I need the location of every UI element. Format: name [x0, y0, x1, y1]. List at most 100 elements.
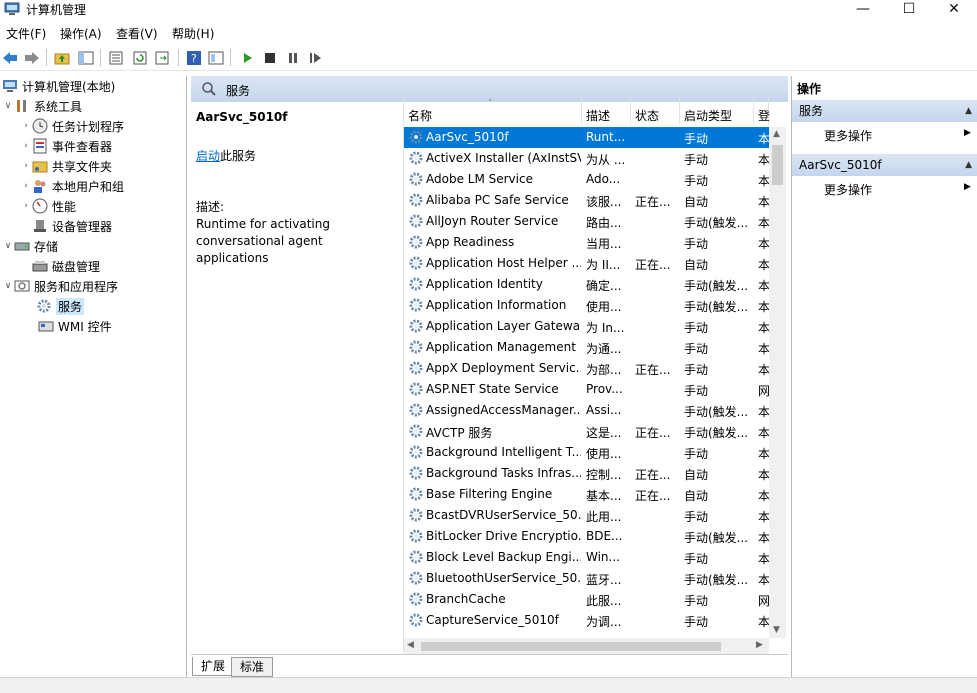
service-desc-cell: 蓝牙...: [586, 573, 622, 587]
service-row[interactable]: Block Level Backup Engi... Win... 手动 本: [404, 547, 769, 568]
column-header-name[interactable]: 名称 ˄: [404, 98, 582, 124]
tree-item-wmi[interactable]: WMI 控件: [0, 316, 186, 336]
service-row[interactable]: Application Information 使用... 手动(触发... 本: [404, 295, 769, 316]
help-icon[interactable]: ?: [184, 48, 204, 68]
service-row[interactable]: AVCTP 服务 这是... 正在... 手动(触发... 本: [404, 421, 769, 442]
expand-arrow-icon[interactable]: ›: [20, 181, 32, 191]
actions-section-services[interactable]: 服务 ▲: [792, 100, 977, 122]
scroll-left-icon[interactable]: ◀: [407, 640, 414, 650]
more-actions-item[interactable]: 更多操作: [824, 181, 872, 198]
stop-icon[interactable]: [260, 48, 280, 68]
actions-section-aarsvc[interactable]: AarSvc_5010f ▲: [792, 154, 977, 176]
gear-icon: [409, 613, 423, 627]
collapse-arrow-icon[interactable]: ▲: [965, 100, 972, 122]
service-row[interactable]: CaptureService_5010f 为调... 手动 本: [404, 610, 769, 631]
menu-action[interactable]: 操作(A): [60, 25, 102, 42]
show-hide-tree-icon[interactable]: [76, 48, 96, 68]
back-icon[interactable]: [0, 48, 20, 68]
submenu-arrow-icon: ▶: [964, 128, 971, 138]
scroll-right-icon[interactable]: ▶: [756, 640, 763, 650]
service-row[interactable]: Application Identity 确定... 手动(触发... 本: [404, 274, 769, 295]
horizontal-scrollbar[interactable]: ◀ ▶: [404, 638, 769, 655]
service-row[interactable]: BcastDVRUserService_50... 此用... 手动 本: [404, 505, 769, 526]
expand-arrow-icon[interactable]: ›: [20, 121, 32, 131]
restart-icon[interactable]: [306, 48, 326, 68]
service-row[interactable]: AarSvc_5010f Runt... 手动 本: [404, 127, 769, 148]
service-row[interactable]: App Readiness 当用... 手动 本: [404, 232, 769, 253]
close-button[interactable]: ✕: [931, 0, 977, 20]
scroll-down-icon[interactable]: ▼: [773, 625, 780, 635]
vertical-scrollbar[interactable]: ▲ ▼: [769, 127, 786, 638]
gear-icon: [409, 172, 423, 186]
tree-item-disk-management[interactable]: 磁盘管理: [0, 256, 186, 276]
service-name-cell: Alibaba PC Safe Service: [426, 193, 569, 207]
tree-item-performance[interactable]: › 性能: [0, 196, 186, 216]
service-rows: AarSvc_5010f Runt... 手动本 ActiveX Installer …: [404, 127, 769, 638]
up-folder-icon[interactable]: [52, 48, 72, 68]
service-row[interactable]: ASP.NET State Service Prov... 手动 网: [404, 379, 769, 400]
service-row[interactable]: AssignedAccessManager... Assi... 手动(触发... 本: [404, 400, 769, 421]
title-bar: 计算机管理 — ☐ ✕: [0, 0, 977, 20]
menu-view[interactable]: 查看(V): [116, 25, 158, 42]
service-row[interactable]: Background Tasks Infras... 控制... 正在... 自动 本: [404, 463, 769, 484]
maximize-button[interactable]: ☐: [886, 0, 932, 20]
collapse-arrow-icon[interactable]: ∨: [2, 281, 14, 291]
service-row[interactable]: BranchCache 此服... 手动 网: [404, 589, 769, 610]
column-header-status[interactable]: 状态: [631, 98, 680, 124]
tree-item-services-apps[interactable]: ∨ 服务和应用程序: [0, 276, 186, 296]
column-header-desc[interactable]: 描述: [582, 98, 631, 124]
horizontal-scroll-thumb[interactable]: [421, 642, 721, 651]
service-row[interactable]: BluetoothUserService_50... 蓝牙... 手动(触发... 本: [404, 568, 769, 589]
expand-arrow-icon[interactable]: ›: [20, 201, 32, 211]
gear-icon: [409, 319, 423, 333]
service-row[interactable]: Application Host Helper ... 为 II... 正在... 自…: [404, 253, 769, 274]
service-row[interactable]: ActiveX Installer (AxInstSV) 为从 ... 手动 本: [404, 148, 769, 169]
tree-item-event-viewer[interactable]: › 事件查看器: [0, 136, 186, 156]
column-header-startup[interactable]: 启动类型: [680, 98, 754, 124]
minimize-button[interactable]: —: [840, 0, 886, 20]
gear-icon: [409, 235, 423, 249]
service-logon-cell: 本: [758, 153, 769, 167]
menu-file[interactable]: 文件(F): [6, 25, 46, 42]
collapse-arrow-icon[interactable]: ∨: [2, 101, 14, 111]
service-name-cell: Application Information: [426, 298, 567, 312]
tree-item-task-scheduler[interactable]: › 任务计划程序: [0, 116, 186, 136]
expand-arrow-icon[interactable]: ›: [20, 141, 32, 151]
service-row[interactable]: Application Layer Gatewa... 为 In... 手动 本: [404, 316, 769, 337]
collapse-arrow-icon[interactable]: ∨: [2, 241, 14, 251]
collapse-arrow-icon[interactable]: ▲: [965, 154, 972, 176]
pause-icon[interactable]: [283, 48, 303, 68]
service-row[interactable]: Background Intelligent T... 使用... 手动 本: [404, 442, 769, 463]
tab-standard[interactable]: 标准: [231, 657, 274, 677]
more-actions-item[interactable]: 更多操作: [824, 127, 872, 144]
forward-icon[interactable]: [22, 48, 42, 68]
tree-item-services[interactable]: 服务: [0, 296, 186, 316]
tree-item-device-manager[interactable]: 设备管理器: [0, 216, 186, 236]
service-row[interactable]: Base Filtering Engine 基本... 正在... 自动 本: [404, 484, 769, 505]
expand-arrow-icon[interactable]: ›: [20, 161, 32, 171]
export-icon[interactable]: [152, 48, 172, 68]
view-icon[interactable]: [206, 48, 226, 68]
tree-item-shared-folders[interactable]: › 共享文件夹: [0, 156, 186, 176]
vertical-scroll-thumb[interactable]: [772, 145, 783, 185]
tree-item-local-users[interactable]: › 本地用户和组: [0, 176, 186, 196]
start-service-link[interactable]: 启动: [196, 149, 220, 163]
service-row[interactable]: Adobe LM Service Ado... 手动 本: [404, 169, 769, 190]
menu-bar: 文件(F) 操作(A) 查看(V) 帮助(H): [0, 23, 977, 43]
tree-item-root[interactable]: 计算机管理(本地): [0, 76, 186, 96]
scroll-up-icon[interactable]: ▲: [773, 129, 780, 139]
tree-item-system-tools[interactable]: ∨ 系统工具: [0, 96, 186, 116]
tab-extended[interactable]: 扩展: [192, 657, 235, 676]
service-startup-cell: 手动: [684, 384, 709, 398]
play-icon[interactable]: [238, 48, 258, 68]
service-row[interactable]: AllJoyn Router Service 路由... 手动(触发... 本: [404, 211, 769, 232]
refresh-icon[interactable]: [130, 48, 150, 68]
column-header-logon[interactable]: 登: [754, 98, 770, 124]
service-row[interactable]: BitLocker Drive Encryptio... BDE... 手动(触发.…: [404, 526, 769, 547]
service-row[interactable]: Alibaba PC Safe Service 该服... 正在... 自动 本: [404, 190, 769, 211]
menu-help[interactable]: 帮助(H): [172, 25, 214, 42]
properties-icon[interactable]: [106, 48, 126, 68]
service-row[interactable]: Application Management 为通... 手动 本: [404, 337, 769, 358]
tree-item-storage[interactable]: ∨ 存储: [0, 236, 186, 256]
service-row[interactable]: AppX Deployment Servic... 为部... 正在... 手动 本: [404, 358, 769, 379]
